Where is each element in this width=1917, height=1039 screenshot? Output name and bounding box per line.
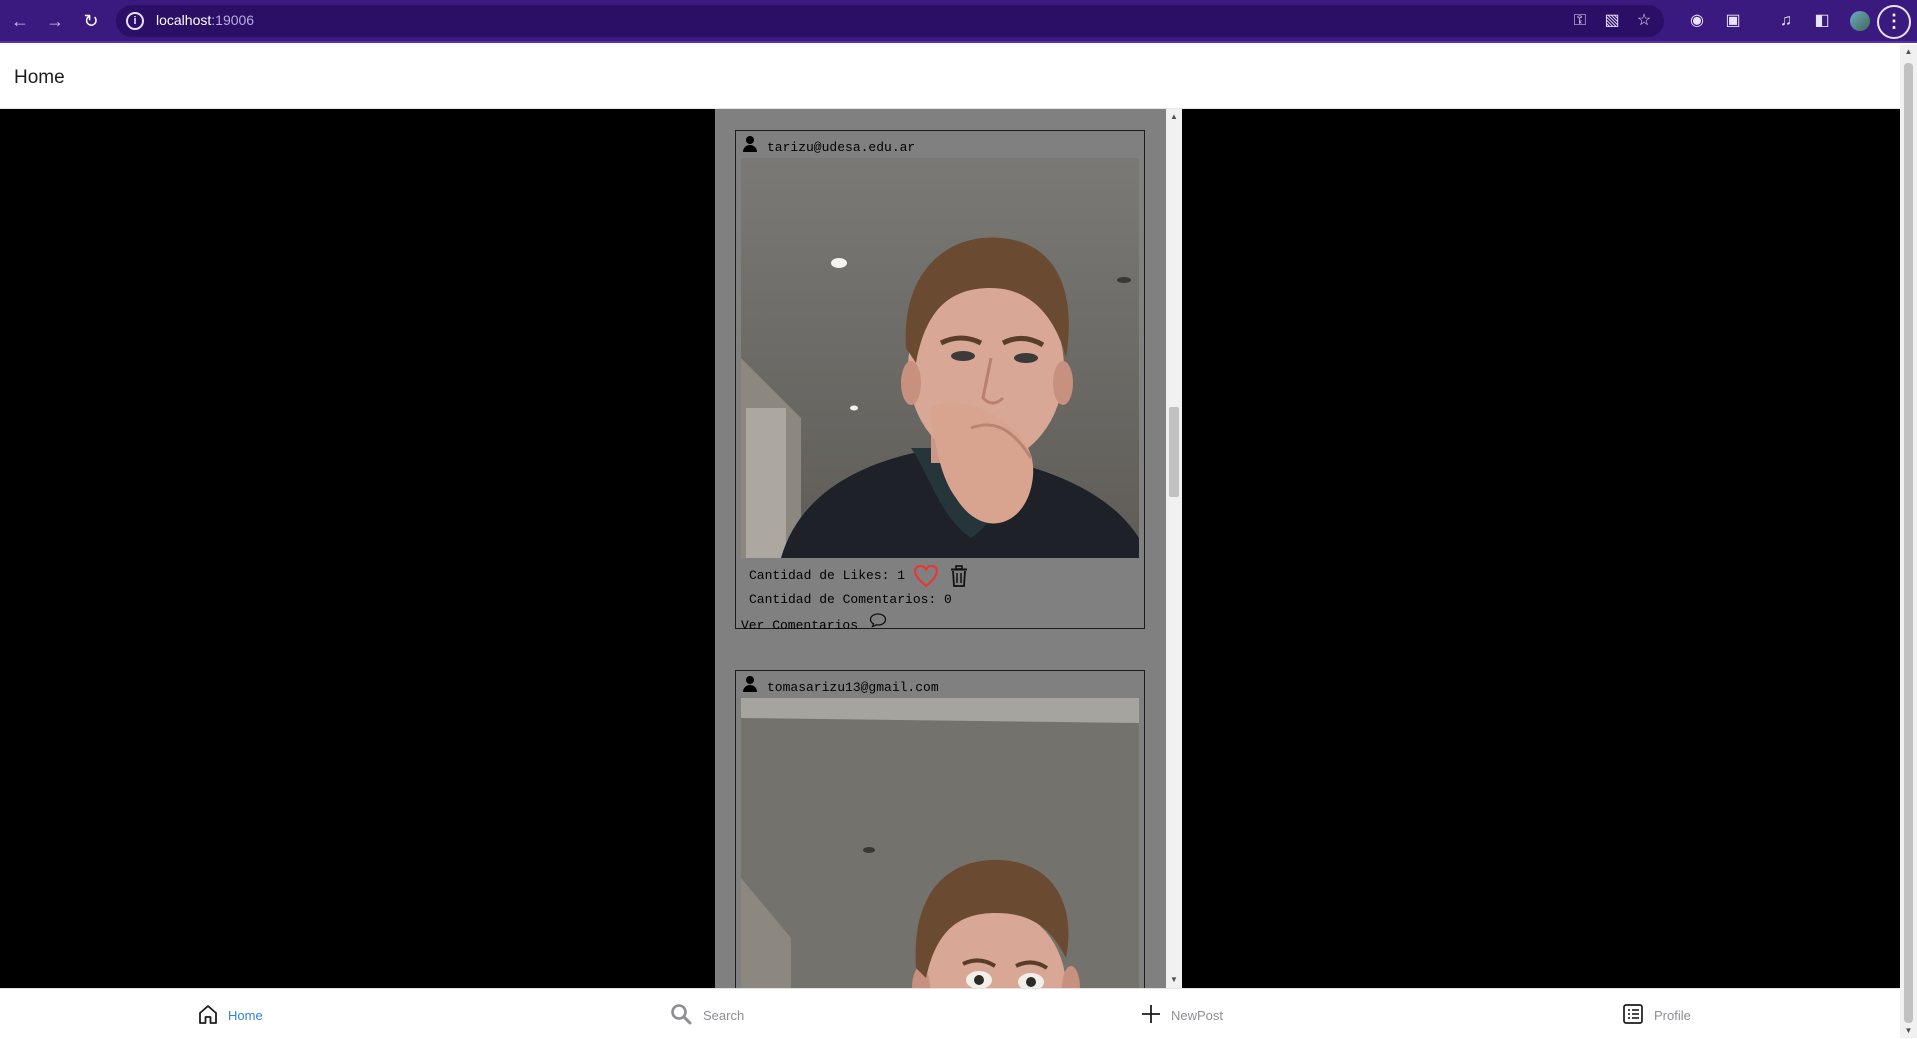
plus-icon	[1142, 1005, 1160, 1023]
page-scroll-down-icon[interactable]: ▼	[1900, 1024, 1917, 1038]
tab-search[interactable]: Search	[475, 989, 950, 1039]
post-header: tarizu@udesa.edu.ar	[736, 131, 1144, 158]
url-text[interactable]: localhost:19006	[156, 12, 254, 28]
tab-label: NewPost	[1171, 1008, 1224, 1023]
translate-icon[interactable]: ▧	[1602, 11, 1622, 31]
scroll-down-arrow-icon[interactable]: ▼	[1166, 972, 1182, 988]
likes-count-label: Cantidad de Likes: 1	[749, 568, 906, 583]
selfie-photo-illustration	[741, 158, 1139, 558]
app-header: Home	[0, 45, 1900, 109]
comment-bubble-icon[interactable]	[869, 612, 887, 628]
user-icon	[743, 136, 757, 152]
view-comments-link[interactable]: Ver Comentarios	[741, 618, 858, 633]
page-scrollbar[interactable]: ▲ ▼	[1900, 45, 1917, 1038]
post-username: tomasarizu13@gmail.com	[767, 680, 939, 695]
post-photo	[741, 698, 1139, 988]
list-icon	[1623, 1004, 1643, 1024]
key-icon[interactable]: ⚿	[1570, 11, 1590, 31]
extension-icon[interactable]: ◉	[1686, 10, 1708, 32]
scroll-up-arrow-icon[interactable]: ▲	[1166, 109, 1182, 125]
tab-label: Profile	[1654, 1008, 1691, 1023]
post-card: tomasarizu13@gmail.com	[735, 670, 1145, 988]
tab-newpost[interactable]: NewPost	[950, 989, 1425, 1039]
back-icon[interactable]: ←	[8, 9, 32, 33]
reload-icon[interactable]: ↻	[79, 9, 103, 33]
tab-home[interactable]: Home	[0, 989, 475, 1039]
heart-icon[interactable]	[913, 564, 939, 588]
media-control-icon[interactable]: ♫	[1775, 10, 1797, 32]
page-title: Home	[14, 67, 65, 88]
tab-label: Search	[703, 1008, 745, 1023]
bookmark-star-icon[interactable]: ☆	[1634, 11, 1654, 31]
extensions-puzzle-icon[interactable]: ▣	[1722, 10, 1744, 32]
bottom-tab-bar: Home Search NewPost Profile	[0, 988, 1900, 1038]
home-icon	[199, 1005, 217, 1024]
user-icon	[743, 676, 757, 692]
page-scrollbar-thumb[interactable]	[1904, 63, 1913, 1023]
browser-toolbar: ← → ↻ i localhost:19006 ⚿ ▧ ☆ ◉ ▣ ♫ ◧ ⋮	[0, 0, 1917, 43]
address-bar[interactable]: i localhost:19006 ⚿ ▧ ☆	[116, 5, 1664, 37]
page-scroll-up-icon[interactable]: ▲	[1900, 45, 1917, 59]
browser-menu-icon[interactable]: ⋮	[1877, 5, 1911, 39]
trash-icon[interactable]	[949, 565, 969, 587]
selfie-photo-illustration	[741, 698, 1139, 988]
search-icon	[671, 1004, 692, 1025]
site-info-icon[interactable]: i	[126, 12, 144, 30]
post-username: tarizu@udesa.edu.ar	[767, 140, 916, 155]
profile-avatar-icon[interactable]	[1850, 11, 1870, 31]
tab-profile[interactable]: Profile	[1425, 989, 1900, 1039]
feed-scrollbar[interactable]: ▲ ▼	[1166, 109, 1182, 988]
post-stats: Cantidad de Likes: 1 Cantidad de Comenta…	[736, 558, 1144, 633]
tab-label: Home	[228, 1008, 263, 1023]
comments-count-label: Cantidad de Comentarios: 0	[749, 592, 952, 607]
feed-scrollbar-thumb[interactable]	[1169, 407, 1179, 497]
post-card: tarizu@udesa.edu.ar Cantidad de Likes: 1…	[735, 130, 1145, 633]
side-panel-icon[interactable]: ◧	[1811, 10, 1833, 32]
post-header: tomasarizu13@gmail.com	[736, 671, 1144, 698]
feed-list[interactable]: tarizu@udesa.edu.ar Cantidad de Likes: 1…	[715, 109, 1166, 988]
forward-icon[interactable]: →	[43, 9, 67, 33]
post-photo	[741, 158, 1139, 558]
content-area: tarizu@udesa.edu.ar Cantidad de Likes: 1…	[0, 109, 1900, 988]
